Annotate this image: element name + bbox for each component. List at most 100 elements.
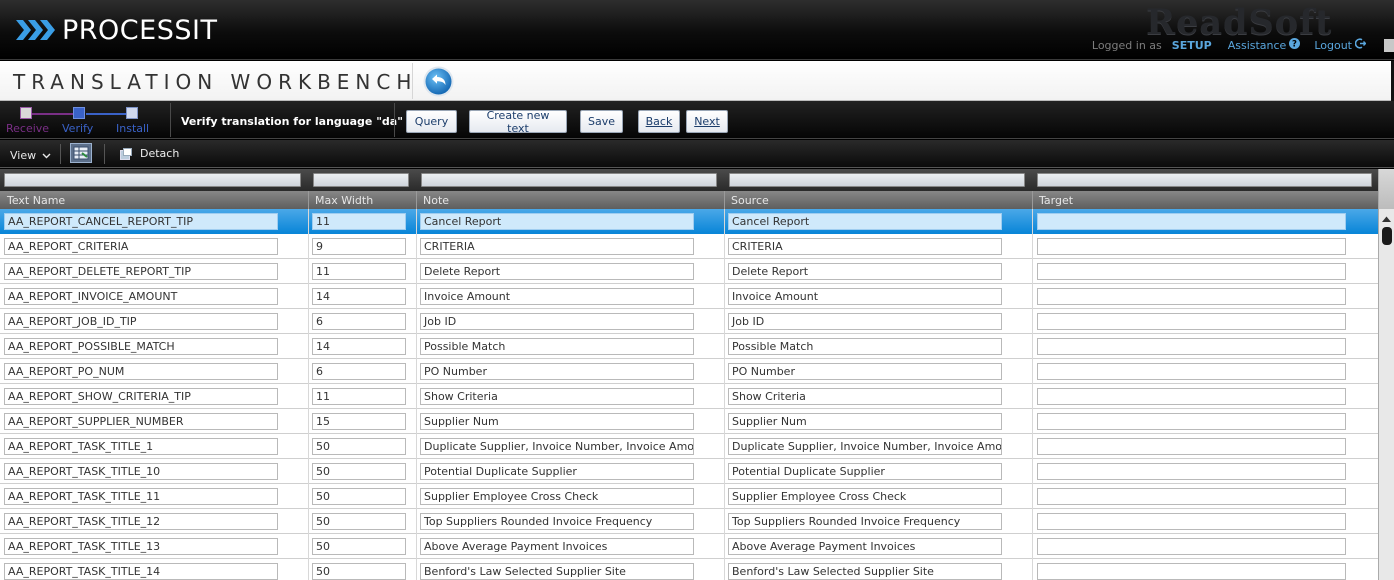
- table-row[interactable]: AA_REPORT_TASK_TITLE_14 50 Benford's Law S…: [0, 559, 1378, 580]
- target-field[interactable]: [1037, 238, 1346, 255]
- source-field[interactable]: Potential Duplicate Supplier: [728, 463, 1002, 480]
- source-field[interactable]: Delete Report: [728, 263, 1002, 280]
- column-header-text-name[interactable]: Text Name: [0, 191, 308, 209]
- table-row[interactable]: AA_REPORT_TASK_TITLE_12 50 Top Suppliers R…: [0, 509, 1378, 534]
- query-button[interactable]: Query: [406, 110, 457, 133]
- table-row[interactable]: AA_REPORT_TASK_TITLE_13 50 Above Average P…: [0, 534, 1378, 559]
- back-arrow-icon[interactable]: [423, 66, 454, 97]
- text-name-field[interactable]: AA_REPORT_TASK_TITLE_12: [4, 513, 278, 530]
- text-name-field[interactable]: AA_REPORT_TASK_TITLE_10: [4, 463, 278, 480]
- note-field[interactable]: PO Number: [420, 363, 694, 380]
- target-field[interactable]: [1037, 338, 1346, 355]
- target-field[interactable]: [1037, 263, 1346, 280]
- table-row[interactable]: AA_REPORT_SUPPLIER_NUMBER 15 Supplier Num S…: [0, 409, 1378, 434]
- note-field[interactable]: Show Criteria: [420, 388, 694, 405]
- max-width-field[interactable]: 50: [312, 488, 406, 505]
- column-header-note[interactable]: Note: [416, 191, 724, 209]
- filter-max-width-input[interactable]: [313, 173, 409, 187]
- table-row[interactable]: AA_REPORT_INVOICE_AMOUNT 14 Invoice Amount…: [0, 284, 1378, 309]
- text-name-field[interactable]: AA_REPORT_SHOW_CRITERIA_TIP: [4, 388, 278, 405]
- table-row[interactable]: AA_REPORT_POSSIBLE_MATCH 14 Possible Match…: [0, 334, 1378, 359]
- source-field[interactable]: Supplier Num: [728, 413, 1002, 430]
- note-field[interactable]: CRITERIA: [420, 238, 694, 255]
- max-width-field[interactable]: 6: [312, 363, 406, 380]
- save-button[interactable]: Save: [580, 110, 623, 133]
- text-name-field[interactable]: AA_REPORT_DELETE_REPORT_TIP: [4, 263, 278, 280]
- max-width-field[interactable]: 11: [312, 263, 406, 280]
- target-field[interactable]: [1037, 313, 1346, 330]
- note-field[interactable]: Supplier Employee Cross Check: [420, 488, 694, 505]
- view-menu[interactable]: View: [10, 149, 51, 162]
- max-width-field[interactable]: 11: [312, 388, 406, 405]
- assistance-link[interactable]: Assistance ?: [1228, 38, 1301, 52]
- note-field[interactable]: Benford's Law Selected Supplier Site: [420, 563, 694, 580]
- table-row[interactable]: AA_REPORT_TASK_TITLE_11 50 Supplier Employ…: [0, 484, 1378, 509]
- note-field[interactable]: Top Suppliers Rounded Invoice Frequency: [420, 513, 694, 530]
- scroll-up-arrow-icon[interactable]: [1381, 213, 1392, 222]
- column-header-target[interactable]: Target: [1032, 191, 1378, 209]
- max-width-field[interactable]: 50: [312, 538, 406, 555]
- target-field[interactable]: [1037, 538, 1346, 555]
- text-name-field[interactable]: AA_REPORT_CRITERIA: [4, 238, 278, 255]
- table-row[interactable]: AA_REPORT_CRITERIA 9 CRITERIA CRITERIA: [0, 234, 1378, 259]
- note-field[interactable]: Cancel Report: [420, 213, 694, 230]
- note-field[interactable]: Possible Match: [420, 338, 694, 355]
- max-width-field[interactable]: 6: [312, 313, 406, 330]
- target-field[interactable]: [1037, 388, 1346, 405]
- max-width-field[interactable]: 14: [312, 338, 406, 355]
- filter-source-input[interactable]: [729, 173, 1025, 187]
- max-width-field[interactable]: 50: [312, 463, 406, 480]
- target-field[interactable]: [1037, 438, 1346, 455]
- table-row[interactable]: AA_REPORT_DELETE_REPORT_TIP 11 Delete Repo…: [0, 259, 1378, 284]
- text-name-field[interactable]: AA_REPORT_JOB_ID_TIP: [4, 313, 278, 330]
- note-field[interactable]: Job ID: [420, 313, 694, 330]
- export-grid-icon[interactable]: [70, 143, 92, 163]
- source-field[interactable]: CRITERIA: [728, 238, 1002, 255]
- source-field[interactable]: Invoice Amount: [728, 288, 1002, 305]
- source-field[interactable]: Job ID: [728, 313, 1002, 330]
- target-field[interactable]: [1037, 513, 1346, 530]
- max-width-field[interactable]: 15: [312, 413, 406, 430]
- text-name-field[interactable]: AA_REPORT_CANCEL_REPORT_TIP: [4, 213, 278, 230]
- target-field[interactable]: [1037, 413, 1346, 430]
- source-field[interactable]: Show Criteria: [728, 388, 1002, 405]
- note-field[interactable]: Potential Duplicate Supplier: [420, 463, 694, 480]
- scrollbar-thumb[interactable]: [1382, 227, 1392, 245]
- text-name-field[interactable]: AA_REPORT_TASK_TITLE_11: [4, 488, 278, 505]
- vertical-scrollbar[interactable]: [1378, 169, 1394, 580]
- max-width-field[interactable]: 50: [312, 563, 406, 580]
- detach-button[interactable]: Detach: [120, 147, 179, 160]
- source-field[interactable]: Above Average Payment Invoices: [728, 538, 1002, 555]
- max-width-field[interactable]: 14: [312, 288, 406, 305]
- source-field[interactable]: Duplicate Supplier, Invoice Number, Invo…: [728, 438, 1002, 455]
- text-name-field[interactable]: AA_REPORT_TASK_TITLE_13: [4, 538, 278, 555]
- note-field[interactable]: Supplier Num: [420, 413, 694, 430]
- table-row[interactable]: AA_REPORT_JOB_ID_TIP 6 Job ID Job ID: [0, 309, 1378, 334]
- text-name-field[interactable]: AA_REPORT_SUPPLIER_NUMBER: [4, 413, 278, 430]
- filter-note-input[interactable]: [421, 173, 717, 187]
- source-field[interactable]: Top Suppliers Rounded Invoice Frequency: [728, 513, 1002, 530]
- target-field[interactable]: [1037, 488, 1346, 505]
- max-width-field[interactable]: 9: [312, 238, 406, 255]
- target-field[interactable]: [1037, 363, 1346, 380]
- source-field[interactable]: Supplier Employee Cross Check: [728, 488, 1002, 505]
- text-name-field[interactable]: AA_REPORT_PO_NUM: [4, 363, 278, 380]
- table-row[interactable]: AA_REPORT_PO_NUM 6 PO Number PO Number: [0, 359, 1378, 384]
- text-name-field[interactable]: AA_REPORT_INVOICE_AMOUNT: [4, 288, 278, 305]
- target-field[interactable]: [1037, 213, 1346, 230]
- note-field[interactable]: Delete Report: [420, 263, 694, 280]
- max-width-field[interactable]: 50: [312, 513, 406, 530]
- logout-link[interactable]: Logout: [1314, 38, 1367, 52]
- text-name-field[interactable]: AA_REPORT_TASK_TITLE_14: [4, 563, 278, 580]
- source-field[interactable]: PO Number: [728, 363, 1002, 380]
- filter-text-name-input[interactable]: [4, 173, 301, 187]
- table-row[interactable]: AA_REPORT_TASK_TITLE_10 50 Potential Dupli…: [0, 459, 1378, 484]
- back-button[interactable]: Back: [638, 110, 680, 133]
- max-width-field[interactable]: 11: [312, 213, 406, 230]
- column-header-max-width[interactable]: Max Width: [308, 191, 416, 209]
- target-field[interactable]: [1037, 288, 1346, 305]
- create-new-text-button[interactable]: Create new text: [469, 109, 567, 135]
- source-field[interactable]: Cancel Report: [728, 213, 1002, 230]
- table-row[interactable]: AA_REPORT_TASK_TITLE_1 50 Duplicate Suppli…: [0, 434, 1378, 459]
- note-field[interactable]: Duplicate Supplier, Invoice Number, Invo…: [420, 438, 694, 455]
